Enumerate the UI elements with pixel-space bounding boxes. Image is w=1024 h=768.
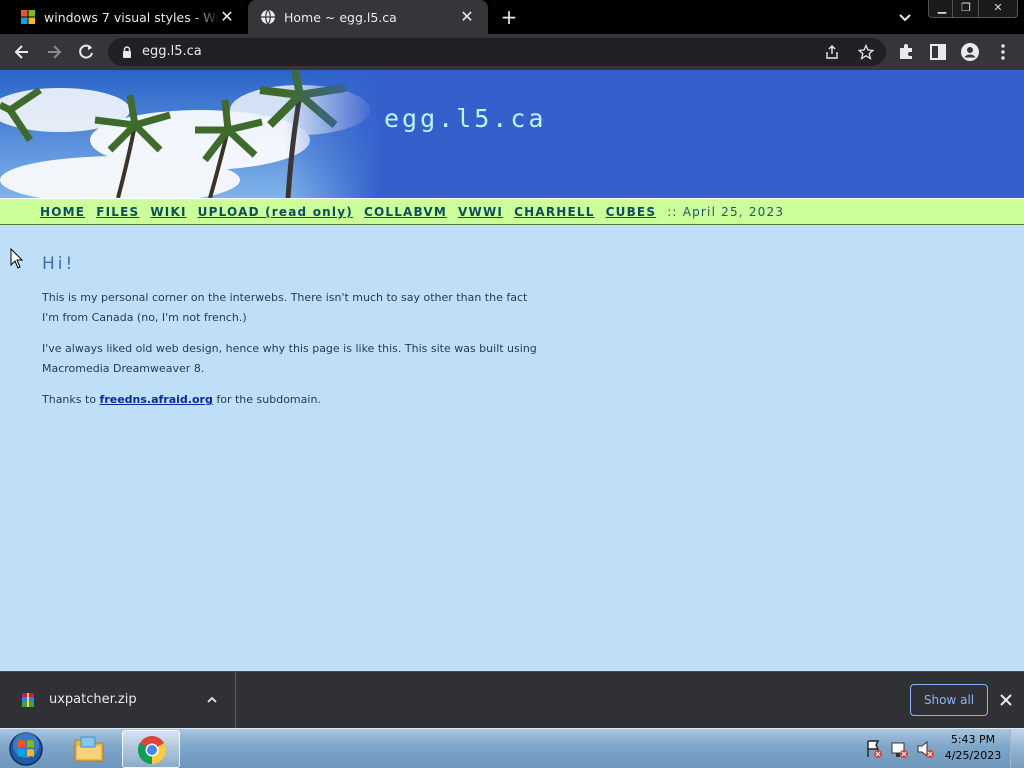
extensions-puzzle-icon[interactable]: [896, 42, 916, 62]
system-tray-icons[interactable]: [862, 737, 942, 761]
nav-link-home[interactable]: HOME: [40, 205, 85, 219]
show-all-button[interactable]: Show all: [910, 684, 988, 716]
back-arrow-icon[interactable]: [12, 42, 32, 62]
browser-toolbar: egg.l5.ca: [0, 34, 1024, 70]
tab-close-icon[interactable]: ✕: [218, 8, 236, 26]
taskbar-clock[interactable]: 5:43 PM 4/25/2023: [942, 732, 1004, 764]
kebab-menu-icon[interactable]: [993, 42, 1013, 62]
tab-title: windows 7 visual styles - Window: [44, 9, 220, 25]
download-item[interactable]: uxpatcher.zip: [0, 672, 236, 728]
tab-home-egg[interactable]: Home ~ egg.l5.ca ✕: [248, 0, 488, 34]
windows-taskbar: 5:43 PM 4/25/2023: [0, 728, 1024, 768]
design-paragraph: I've always liked old web design, hence …: [42, 342, 537, 375]
windows-logo-icon: [21, 10, 35, 24]
mouse-cursor-icon: [10, 248, 24, 269]
start-orb-icon[interactable]: [6, 730, 46, 768]
nav-link-collabvm[interactable]: COLLABVM: [364, 205, 447, 219]
nav-link-vwwi[interactable]: VWWI: [458, 205, 503, 219]
side-panel-icon[interactable]: [928, 42, 948, 62]
close-icon[interactable]: [998, 692, 1014, 708]
main-content: Hi! This is my personal corner on the in…: [42, 254, 542, 421]
chevron-up-icon[interactable]: [206, 694, 218, 706]
nav-date: :: April 25, 2023: [667, 205, 785, 219]
download-shelf: uxpatcher.zip Show all: [0, 671, 1024, 728]
tab-close-icon[interactable]: ✕: [458, 8, 476, 26]
zip-archive-icon: [22, 693, 34, 707]
nav-link-wiki[interactable]: WIKI: [150, 205, 186, 219]
taskbar-explorer-button[interactable]: [60, 730, 118, 768]
restore-button[interactable]: ❐: [952, 0, 980, 18]
chrome-icon: [138, 736, 166, 764]
thanks-paragraph: Thanks to freedns.afraid.org for the sub…: [42, 390, 542, 410]
site-title: egg.l5.ca: [384, 104, 547, 133]
tab-strip: windows 7 visual styles - Window ✕ Home …: [0, 0, 1024, 34]
site-banner: egg.l5.ca: [0, 70, 1024, 198]
nav-link-files[interactable]: FILES: [96, 205, 139, 219]
intro-paragraph: This is my personal corner on the interw…: [42, 291, 528, 324]
site-nav-bar: HOME FILES WIKI UPLOAD (read only) COLLA…: [0, 198, 1024, 225]
thanks-text-after: for the subdomain.: [216, 393, 321, 406]
reload-icon[interactable]: [76, 42, 96, 62]
folder-icon: [74, 736, 104, 762]
clock-time: 5:43 PM: [950, 733, 996, 746]
tab-windows7-styles[interactable]: windows 7 visual styles - Window ✕: [8, 0, 248, 34]
address-bar[interactable]: egg.l5.ca: [108, 38, 886, 66]
page-heading: Hi!: [42, 254, 76, 274]
lock-icon: [123, 46, 131, 58]
thanks-text-before: Thanks to: [42, 393, 97, 406]
close-window-button[interactable]: ✕: [978, 0, 1018, 18]
show-desktop-button[interactable]: [1010, 729, 1024, 768]
nav-link-upload[interactable]: UPLOAD (read only): [198, 205, 353, 219]
palm-trees-image: [0, 70, 380, 198]
bookmark-star-icon[interactable]: [858, 44, 874, 60]
download-filename: uxpatcher.zip: [49, 692, 137, 707]
share-icon[interactable]: [824, 44, 840, 60]
nav-link-charhell[interactable]: CHARHELL: [514, 205, 595, 219]
forward-arrow-icon[interactable]: [44, 42, 64, 62]
url-text: egg.l5.ca: [142, 44, 202, 59]
tab-title: Home ~ egg.l5.ca: [284, 9, 397, 25]
web-page: egg.l5.ca HOME FILES WIKI UPLOAD (read o…: [0, 70, 1024, 671]
new-tab-button[interactable]: +: [498, 6, 520, 28]
globe-icon: [261, 9, 275, 25]
chevron-down-icon[interactable]: [896, 8, 914, 26]
clock-date: 4/25/2023: [944, 749, 1002, 762]
profile-avatar-icon[interactable]: [960, 42, 980, 62]
nav-link-cubes[interactable]: CUBES: [606, 205, 657, 219]
freedns-link[interactable]: freedns.afraid.org: [100, 393, 213, 406]
taskbar-chrome-button[interactable]: [122, 730, 180, 768]
